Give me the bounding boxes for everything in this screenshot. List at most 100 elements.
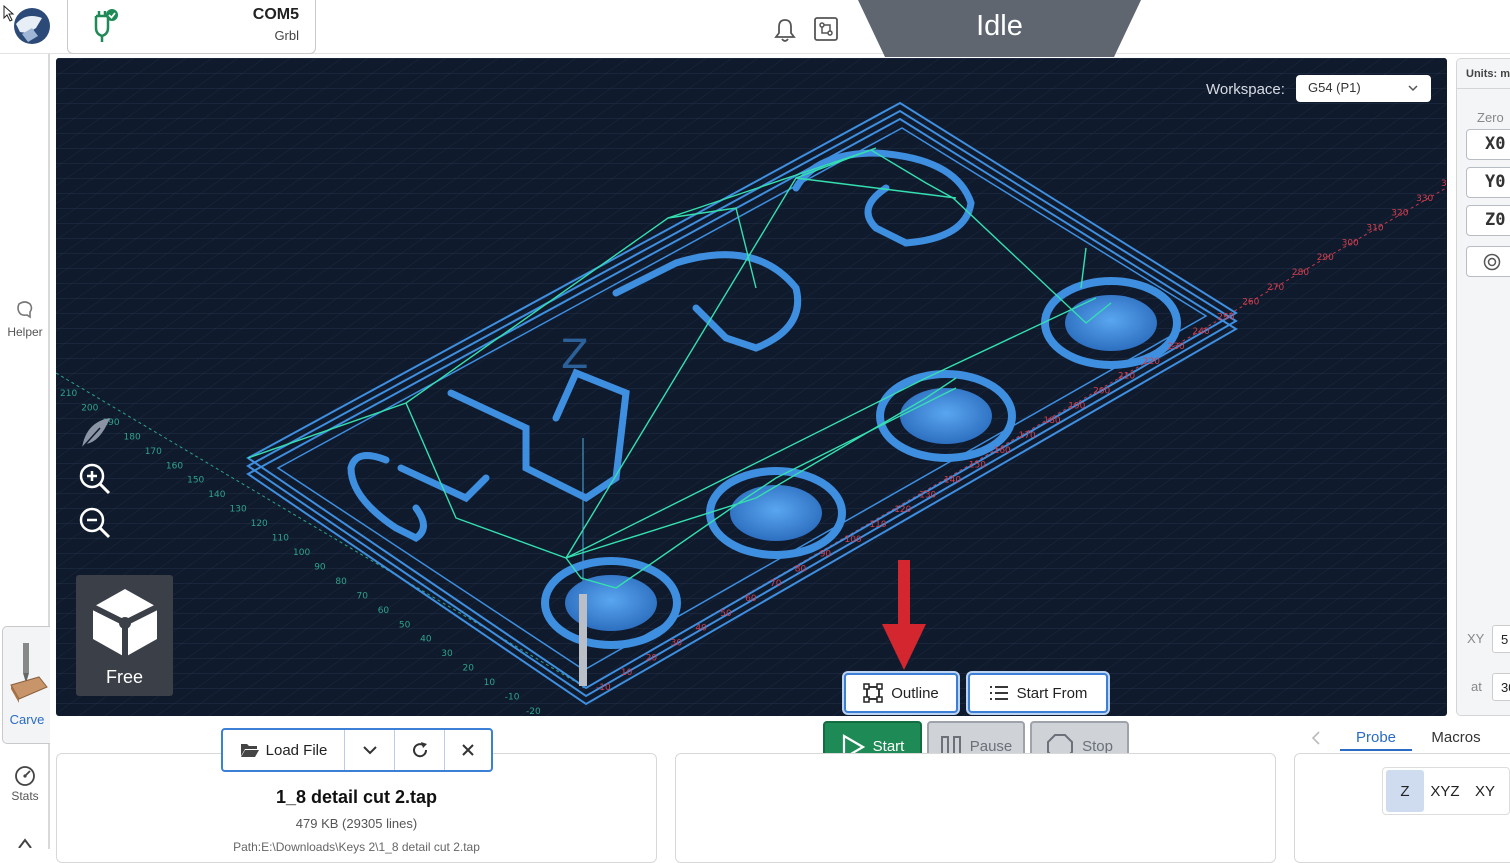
camera-mode-button[interactable]: Free [76,575,173,696]
y-axis-tick-label: -20 [526,707,541,716]
x-axis-tick-label: 70 [770,579,782,589]
speedometer-icon [15,766,35,786]
y-axis-tick-label: 140 [208,490,225,500]
x-axis-tick-label: -10 [596,683,611,693]
go-to-zero-button[interactable] [1466,246,1510,277]
y-axis-tick-label: 120 [251,519,268,529]
right-control-panel: Units: m Zero X0 Y0 Z0 XY 5 at 30 [1456,58,1510,716]
y-axis-tick-label: 210 [60,389,77,399]
toolpath-canvas[interactable]: Z -10 10 20 30 40 50 60 70 80 90 100 110 120 130 140 15… [56,58,1447,716]
xy-input[interactable]: 5 [1492,625,1510,653]
nav-carve-label: Carve [9,712,45,727]
start-from-button[interactable]: Start From [968,673,1108,713]
app-logo-icon[interactable] [2,4,50,48]
y-axis-tick-label: 90 [314,563,326,573]
nav-stats[interactable]: Stats [0,764,50,803]
probe-axis-z[interactable]: Z [1386,770,1424,812]
top-bar: COM5 Grbl Idle [0,0,1510,57]
machine-state-label: Idle [976,10,1023,42]
x-axis-tick-label: 300 [1342,238,1359,248]
carve-mill-icon [10,643,48,703]
bell-icon[interactable] [772,17,798,48]
y-axis-tick-label: 70 [357,591,369,601]
load-file-label: Load File [265,741,328,759]
tab-probe[interactable]: Probe [1340,729,1412,751]
diagnostics-icon[interactable] [813,16,839,47]
nav-stats-label: Stats [11,789,39,803]
zero-y-button[interactable]: Y0 [1466,167,1510,198]
x-axis-tick-label: 170 [1019,431,1036,441]
zoom-in-icon[interactable] [78,462,112,496]
x-axis-tick-label: 220 [1143,357,1160,367]
x-axis-tick-label: 80 [795,564,807,574]
x-axis-tick-label: 190 [1068,401,1085,411]
connection-firmware: Grbl [274,28,299,43]
workspace-value: G54 (P1) [1308,80,1361,95]
folder-open-icon [240,744,259,757]
probe-axis-xyz[interactable]: XYZ [1426,770,1464,812]
x-axis-tick-label: 260 [1242,298,1259,308]
red-arrow-annotation [882,560,926,670]
x-axis-tick-label: 270 [1267,283,1284,293]
y-axis-tick-label: 180 [124,432,141,442]
feather-icon[interactable] [76,414,116,454]
x-axis-tick-label: 90 [820,550,832,560]
visualizer-viewport[interactable]: Z -10 10 20 30 40 50 60 70 80 90 100 110 120 130 140 15… [56,58,1447,716]
x-axis-tick-label: 40 [695,624,707,634]
x-axis-tick-label: 330 [1416,194,1433,204]
y-axis-tick-label: 160 [166,461,183,471]
z-axis-marker: Z [561,332,588,378]
y-axis-tick-label: 110 [272,534,289,544]
y-axis-tick-label: 60 [378,606,390,616]
chevron-left-icon[interactable] [1310,730,1322,746]
y-axis-tick-label: 100 [293,548,310,558]
start-from-label: Start From [1016,684,1088,702]
y-axis-tick-label: 200 [81,404,98,414]
file-actions-group: Load File [221,728,493,772]
tool-bit [579,594,587,686]
outline-button[interactable]: Outline [844,673,958,713]
xy-label: XY [1467,631,1485,646]
y-axis-tick-label: 80 [335,577,347,587]
y-axis-tick-label: -10 [505,693,520,703]
reload-file-button[interactable] [395,730,445,770]
x-axis-tick-label: 230 [1168,342,1185,352]
usb-plug-icon [94,9,118,42]
probe-axis-xy[interactable]: XY [1466,770,1504,812]
x-axis-tick-label: 280 [1292,268,1309,278]
nav-carve[interactable]: Carve [2,626,50,744]
file-size: 479 KB (29305 lines) [295,816,418,831]
zero-z-button[interactable]: Z0 [1466,205,1510,236]
nav-helper[interactable]: Helper [0,300,50,339]
y-axis-tick-label: 10 [484,678,496,688]
outline-frame-icon [863,683,883,703]
x-axis-tick-label: 20 [646,653,658,663]
x-axis-tick-label: 340 [1441,179,1447,189]
x-axis-tick-label: 110 [869,520,886,530]
zero-x-button[interactable]: X0 [1466,129,1510,160]
close-file-button[interactable] [445,730,491,770]
file-name: 1_8 detail cut 2.tap [275,787,438,807]
x-axis-tick-label: 60 [745,594,757,604]
y-axis-tick-label: 40 [420,635,432,645]
x-axis-tick-label: 30 [671,639,683,649]
workspace-label: Workspace: [1206,81,1285,98]
y-axis-tick-label: 30 [441,649,453,659]
zoom-out-icon[interactable] [78,506,112,540]
workspace-select[interactable]: G54 (P1) [1296,75,1431,102]
at-input[interactable]: 30 [1492,673,1510,701]
x-axis-tick-label: 140 [944,476,961,486]
load-file-button[interactable]: Load File [223,730,345,770]
y-axis-tick-label: 150 [187,476,204,486]
helper-icon [17,301,33,319]
connection-selector[interactable]: COM5 Grbl [67,0,316,54]
tab-macros[interactable]: Macros [1420,729,1492,746]
file-path: Path:E:\Downloads\Keys 2\1_8 detail cut … [233,840,480,854]
recent-files-dropdown[interactable] [345,730,395,770]
list-icon [989,686,1008,700]
x-axis-tick-label: 290 [1317,253,1334,263]
units-label: Units: m [1466,68,1510,80]
nav-helper-label: Helper [7,325,43,339]
job-stats-card [675,753,1276,863]
y-axis-tick-label: 50 [399,620,411,630]
